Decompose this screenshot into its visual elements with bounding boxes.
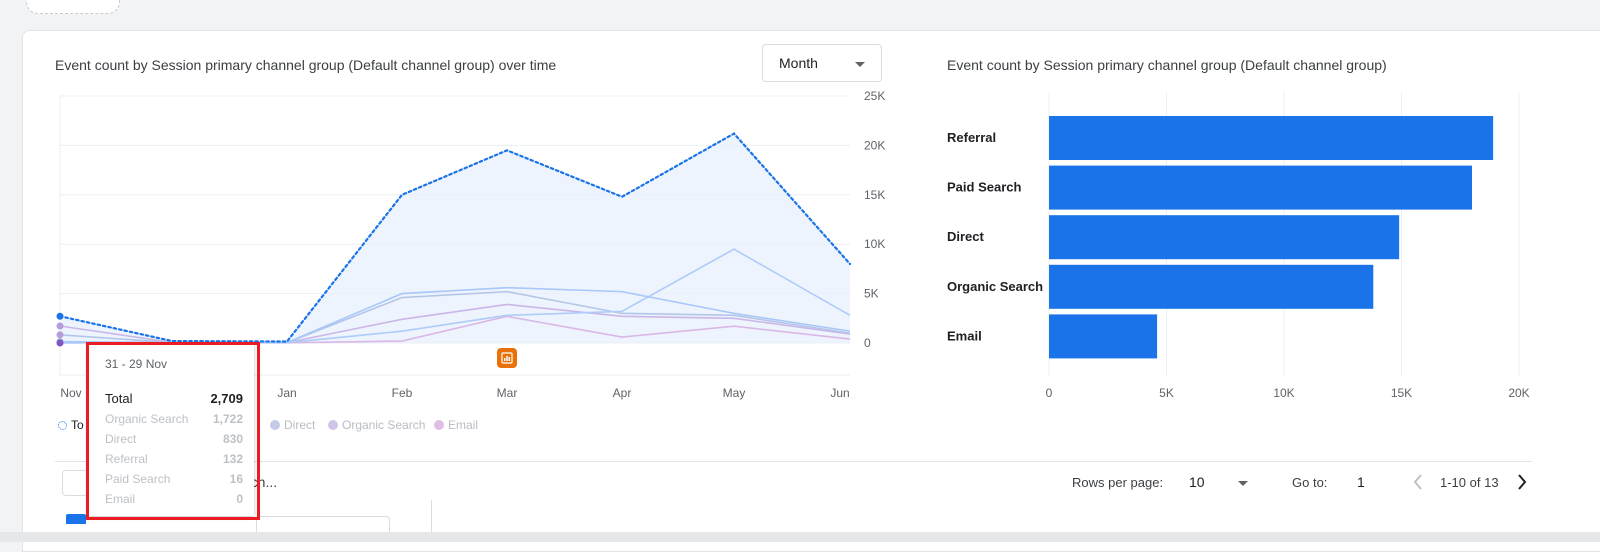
x-tick-label: 20K	[1508, 386, 1529, 400]
goto-label: Go to:	[1292, 475, 1328, 490]
legend-dot-icon	[328, 420, 338, 430]
bottom-scroll-area	[0, 532, 1600, 542]
legend-label: Email	[448, 418, 479, 432]
section-divider	[55, 461, 1532, 462]
tooltip-row: Email 0	[105, 492, 243, 506]
tooltip-value: 132	[222, 452, 243, 466]
legend-total-icon	[58, 420, 67, 430]
tooltip-value: 1,722	[212, 412, 243, 426]
bar	[1049, 314, 1158, 359]
tooltip-label: Paid Search	[105, 472, 171, 486]
tooltip-row: Organic Search 1,722	[105, 412, 243, 426]
rows-per-page-select[interactable]: 10	[1182, 468, 1252, 496]
table-action-button[interactable]	[66, 514, 86, 524]
chart-tooltip: 31 - 29 Nov Total 2,709 Organic Search 1…	[88, 344, 254, 516]
tooltip-value: 16	[229, 472, 243, 486]
tooltip-label: Organic Search	[105, 412, 189, 426]
tooltip-row: Paid Search 16	[105, 472, 243, 486]
category-label: Paid Search	[947, 180, 1021, 195]
tooltip-value: 2,709	[210, 391, 243, 406]
bar	[1049, 264, 1374, 309]
chevron-right-icon[interactable]	[1516, 472, 1528, 492]
pagination-range: 1-10 of 13	[1440, 475, 1499, 490]
goto-input[interactable]: 1	[1357, 474, 1365, 490]
category-label: Email	[947, 328, 982, 343]
tooltip-label: Direct	[105, 432, 137, 446]
category-label: Referral	[947, 130, 996, 145]
bar	[1049, 116, 1494, 160]
legend-item-total[interactable]: To	[58, 418, 84, 432]
legend-dot-icon	[270, 420, 280, 430]
tooltip-value: 830	[222, 432, 243, 446]
rows-per-page-value: 10	[1189, 474, 1205, 490]
x-tick-label: 15K	[1391, 386, 1412, 400]
table-column-divider	[431, 500, 432, 532]
x-tick-label: 0	[1046, 386, 1053, 400]
category-label: Organic Search	[947, 279, 1043, 294]
legend-item-direct[interactable]: Direct	[270, 418, 315, 432]
legend-dot-icon	[434, 420, 444, 430]
legend-label: Direct	[284, 418, 316, 432]
chevron-left-icon[interactable]	[1412, 472, 1424, 492]
rows-per-page-label: Rows per page:	[1072, 475, 1164, 490]
tooltip-row: Referral 132	[105, 452, 243, 466]
tooltip-label: Total	[105, 391, 133, 406]
x-tick-label: 5K	[1159, 386, 1174, 400]
tooltip-row: Direct 830	[105, 432, 243, 446]
bar	[1049, 215, 1400, 260]
tooltip-value: 0	[236, 492, 243, 506]
legend-item-organic-search[interactable]: Organic Search	[328, 418, 425, 432]
tooltip-label: Referral	[105, 452, 148, 466]
legend-label: To	[71, 418, 84, 432]
tooltip-date: 31 - 29 Nov	[105, 357, 168, 371]
x-tick-label: 10K	[1273, 386, 1294, 400]
legend-label: Organic Search	[342, 418, 426, 432]
tooltip-row-total: Total 2,709	[105, 391, 243, 406]
tooltip-label: Email	[105, 492, 136, 506]
category-label: Direct	[947, 229, 985, 244]
bar	[1049, 165, 1472, 210]
chevron-down-icon	[1238, 481, 1248, 486]
legend-item-email[interactable]: Email	[434, 418, 478, 432]
